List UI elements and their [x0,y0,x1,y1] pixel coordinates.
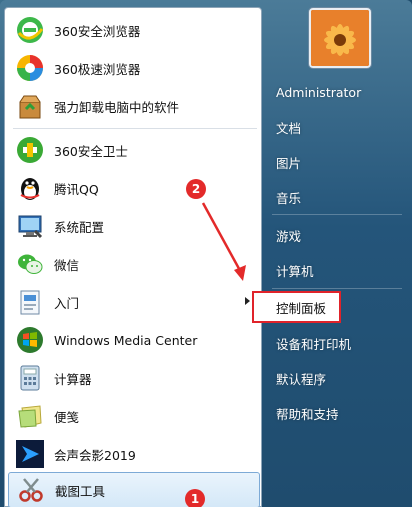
program-label: 系统配置 [54,219,105,235]
places-separator [272,214,402,215]
program-label: 入门 [54,295,80,311]
places-panel: Administrator 文档 图片 音乐 游戏 计算机 控制面板 设备和打印… [262,0,412,507]
default-programs-link[interactable]: 默认程序 [266,363,408,393]
documents-link[interactable]: 文档 [266,112,408,142]
step-badge-2: 2 [186,179,206,199]
devices-printers-link[interactable]: 设备和打印机 [266,328,408,358]
program-list: 360安全浏览器 360极速浏览器 强力卸载电脑中的软件 360安全卫士 腾讯Q… [4,7,262,507]
program-item-360-guard[interactable]: 360安全卫士 [8,132,260,168]
program-label: 360安全浏览器 [54,23,141,39]
user-name-link[interactable]: Administrator [266,77,408,107]
program-item-qq[interactable]: 腾讯QQ [8,170,260,206]
program-label: 微信 [54,257,80,273]
program-label: Windows Media Center [54,332,198,348]
program-label: 360安全卫士 [54,143,128,159]
program-item-media-center[interactable]: Windows Media Center [8,322,260,358]
music-link[interactable]: 音乐 [266,182,408,212]
program-label: 计算器 [54,371,92,387]
program-item-360-speed-browser[interactable]: 360极速浏览器 [8,50,260,86]
program-item-system-config[interactable]: 系统配置 [8,208,260,244]
program-item-getting-started[interactable]: 入门 [8,284,260,320]
program-item-wechat[interactable]: 微信 [8,246,260,282]
separator [13,128,257,129]
program-item-calculator[interactable]: 计算器 [8,360,260,396]
places-separator [272,288,402,289]
pictures-link[interactable]: 图片 [266,147,408,177]
program-item-videostudio[interactable]: 会声会影2019 [8,436,260,472]
videostudio-icon [14,438,46,470]
calculator-icon [14,362,46,394]
program-item-sticky-notes[interactable]: 便笺 [8,398,260,434]
360-speed-browser-icon [14,52,46,84]
user-picture[interactable] [309,8,371,68]
uninstall-box-icon [14,90,46,122]
getting-started-icon [14,286,46,318]
program-item-snipping-tool[interactable]: 截图工具 [8,472,260,507]
program-item-uninstall[interactable]: 强力卸载电脑中的软件 [8,88,260,124]
games-link[interactable]: 游戏 [266,220,408,250]
flower-icon [311,10,369,66]
program-label: 便笺 [54,409,80,425]
qq-penguin-icon [14,172,46,204]
program-label: 强力卸载电脑中的软件 [54,99,180,115]
submenu-arrow-icon[interactable] [245,297,250,305]
start-menu: 360安全浏览器 360极速浏览器 强力卸载电脑中的软件 360安全卫士 腾讯Q… [0,0,412,507]
sticky-notes-icon [14,400,46,432]
system-config-icon [14,210,46,242]
windows-media-center-icon [14,324,46,356]
360-guard-icon [14,134,46,166]
program-item-360-browser[interactable]: 360安全浏览器 [8,12,260,48]
program-label: 腾讯QQ [54,181,99,197]
computer-link[interactable]: 计算机 [266,255,408,285]
360-browser-icon [14,14,46,46]
program-label: 会声会影2019 [54,447,136,463]
help-support-link[interactable]: 帮助和支持 [266,398,408,428]
control-panel-highlight-box [252,291,341,323]
snipping-tool-icon [15,474,47,506]
program-label: 360极速浏览器 [54,61,141,77]
step-badge-1: 1 [185,489,205,507]
wechat-icon [14,248,46,280]
program-label: 截图工具 [55,483,106,499]
